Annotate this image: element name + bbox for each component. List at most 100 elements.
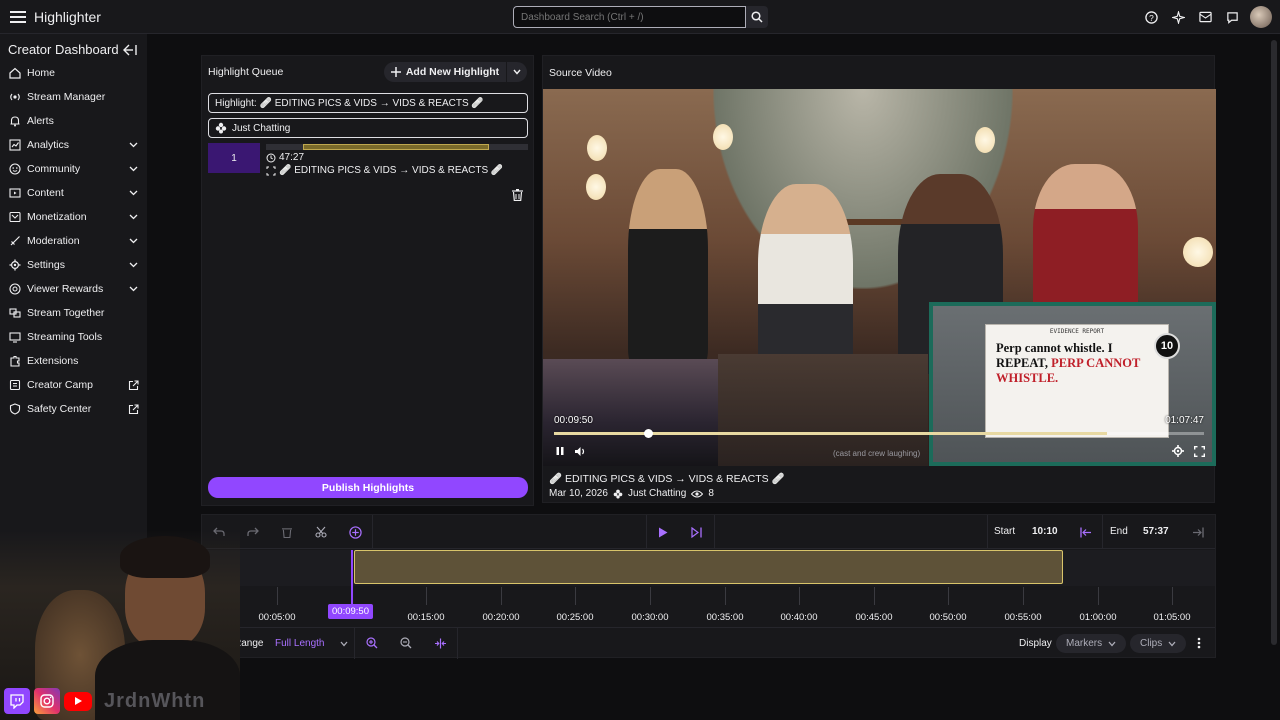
search-button[interactable]: [746, 6, 768, 28]
add-highlight-dropdown[interactable]: [507, 62, 527, 82]
add-clip-icon[interactable]: [346, 523, 364, 541]
zoom-in-icon[interactable]: [363, 634, 381, 652]
sidebar-item-monetization[interactable]: Monetization: [0, 205, 147, 229]
sidebar-item-home[interactable]: Home: [0, 61, 147, 85]
add-new-highlight-label: Add New Highlight: [405, 66, 500, 78]
video-player[interactable]: EVIDENCE REPORT Perp cannot whistle. I R…: [543, 89, 1216, 466]
end-label: End: [1110, 526, 1128, 537]
timeline-tick-line: [948, 587, 949, 605]
queue-item-duration: 47:27: [279, 152, 305, 163]
set-end-icon[interactable]: [1189, 523, 1207, 541]
help-icon[interactable]: ?: [1142, 6, 1161, 28]
range-dropdown[interactable]: Full Length: [275, 638, 324, 649]
sidebar-item-analytics[interactable]: Analytics: [0, 133, 147, 157]
timeline-tick-line: [1023, 587, 1024, 605]
sparkle-icon[interactable]: [1169, 6, 1188, 28]
zoom-out-icon[interactable]: [397, 634, 415, 652]
start-value[interactable]: 10:10: [1032, 526, 1058, 537]
timeline-tick-label: 00:40:00: [780, 612, 818, 623]
highlight-title-field[interactable]: Highlight: 🩹 EDITING PICS & VIDS → VIDS …: [208, 93, 528, 113]
redo-icon[interactable]: [244, 523, 262, 541]
scissors-icon[interactable]: [312, 523, 330, 541]
sword-icon: [8, 234, 22, 248]
chat-icon[interactable]: [1223, 6, 1242, 28]
timeline-clip[interactable]: [354, 550, 1063, 584]
more-options-icon[interactable]: [1190, 634, 1208, 652]
sidebar-item-settings[interactable]: Settings: [0, 253, 147, 277]
rewards-icon: [8, 282, 22, 296]
markers-dropdown[interactable]: Markers: [1056, 634, 1127, 653]
sidebar-item-stream-manager[interactable]: Stream Manager: [0, 85, 147, 109]
settings-icon[interactable]: [1170, 443, 1186, 459]
count-badge: 10: [1154, 333, 1180, 359]
sidebar-item-label: Moderation: [27, 235, 80, 247]
timeline-tick-label: 00:55:00: [1004, 612, 1042, 623]
timeline-tick-label: 00:30:00: [631, 612, 669, 623]
shield-icon: [8, 402, 22, 416]
timeline-tick-line: [1172, 587, 1173, 605]
menu-icon[interactable]: [7, 6, 29, 28]
sidebar-item-extensions[interactable]: Extensions: [0, 349, 147, 373]
collapse-sidebar-icon[interactable]: [123, 44, 137, 56]
sidebar-item-label: Viewer Rewards: [27, 283, 104, 295]
search-bar: [513, 6, 768, 28]
sidebar-item-label: Home: [27, 67, 56, 79]
extensions-icon: [8, 354, 22, 368]
page-scrollbar[interactable]: [1271, 40, 1277, 645]
fullscreen-icon[interactable]: [1191, 443, 1207, 459]
sidebar-item-safety-center[interactable]: Safety Center: [0, 397, 147, 421]
category-field[interactable]: Just Chatting: [208, 118, 528, 138]
sidebar-item-moderation[interactable]: Moderation: [0, 229, 147, 253]
add-new-highlight-button[interactable]: Add New Highlight: [384, 62, 506, 82]
monetization-icon: [8, 210, 22, 224]
clips-label: Clips: [1140, 638, 1163, 649]
inbox-icon[interactable]: [1196, 6, 1215, 28]
play-to-end-icon[interactable]: [688, 523, 706, 541]
play-icon[interactable]: [654, 523, 672, 541]
stream-category[interactable]: Just Chatting: [628, 488, 686, 499]
queue-item-range-bar: [266, 144, 528, 150]
publish-highlights-button[interactable]: Publish Highlights: [208, 477, 528, 498]
sidebar-item-label: Extensions: [27, 355, 79, 367]
chevron-down-icon: [127, 259, 139, 271]
sidebar-item-community[interactable]: Community: [0, 157, 147, 181]
volume-icon[interactable]: [572, 443, 588, 459]
sidebar-item-content[interactable]: Content: [0, 181, 147, 205]
video-scrubber[interactable]: [554, 429, 1204, 438]
analytics-icon: [8, 138, 22, 152]
clips-dropdown[interactable]: Clips: [1130, 634, 1187, 653]
timeline-tick-line: [575, 587, 576, 605]
timeline-tick-label: 00:35:00: [706, 612, 744, 623]
timeline-tick-label: 00:20:00: [482, 612, 520, 623]
sidebar-item-stream-together[interactable]: Stream Together: [0, 301, 147, 325]
gear-icon: [8, 258, 22, 272]
timeline-tick-line: [1098, 587, 1099, 605]
fit-timeline-icon[interactable]: [431, 634, 449, 652]
sidebar-item-viewer-rewards[interactable]: Viewer Rewards: [0, 277, 147, 301]
pause-icon[interactable]: [552, 443, 568, 459]
chevron-down-icon: [127, 163, 139, 175]
set-start-icon[interactable]: [1077, 523, 1095, 541]
source-video-title: Source Video: [549, 67, 612, 79]
playhead[interactable]: [351, 550, 353, 608]
evidence-report-card: EVIDENCE REPORT Perp cannot whistle. I R…: [985, 324, 1180, 438]
twitch-icon: [4, 688, 30, 714]
video-person: [1033, 164, 1138, 324]
external-link-icon: [127, 403, 139, 415]
sidebar-item-streaming-tools[interactable]: Streaming Tools: [0, 325, 147, 349]
chevron-down-icon: [513, 69, 521, 75]
creator-camp-icon: [8, 378, 22, 392]
queue-item[interactable]: 1 47:27 🩹 EDITING PICS & VIDS → VIDS & R…: [208, 143, 533, 176]
sidebar-item-alerts[interactable]: Alerts: [0, 109, 147, 133]
chevron-down-icon[interactable]: [340, 641, 348, 647]
sidebar-item-creator-camp[interactable]: Creator Camp: [0, 373, 147, 397]
sidebar-item-label: Settings: [27, 259, 65, 271]
sidebar-item-label: Stream Together: [27, 307, 105, 319]
delete-icon[interactable]: [278, 523, 296, 541]
end-value[interactable]: 57:37: [1143, 526, 1169, 537]
search-input[interactable]: [513, 6, 746, 28]
delete-highlight-icon[interactable]: [512, 189, 523, 204]
avatar[interactable]: [1250, 6, 1272, 28]
sidebar-item-label: Alerts: [27, 115, 54, 127]
sidebar-item-label: Community: [27, 163, 81, 175]
